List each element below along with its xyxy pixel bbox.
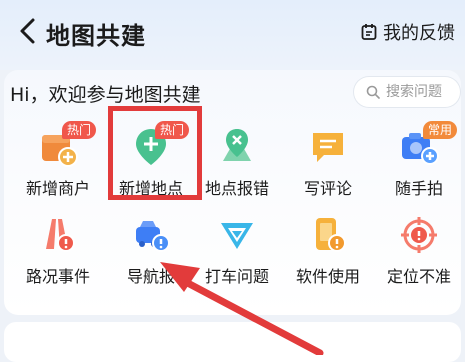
pointer-arrow-annotation: [160, 262, 324, 355]
